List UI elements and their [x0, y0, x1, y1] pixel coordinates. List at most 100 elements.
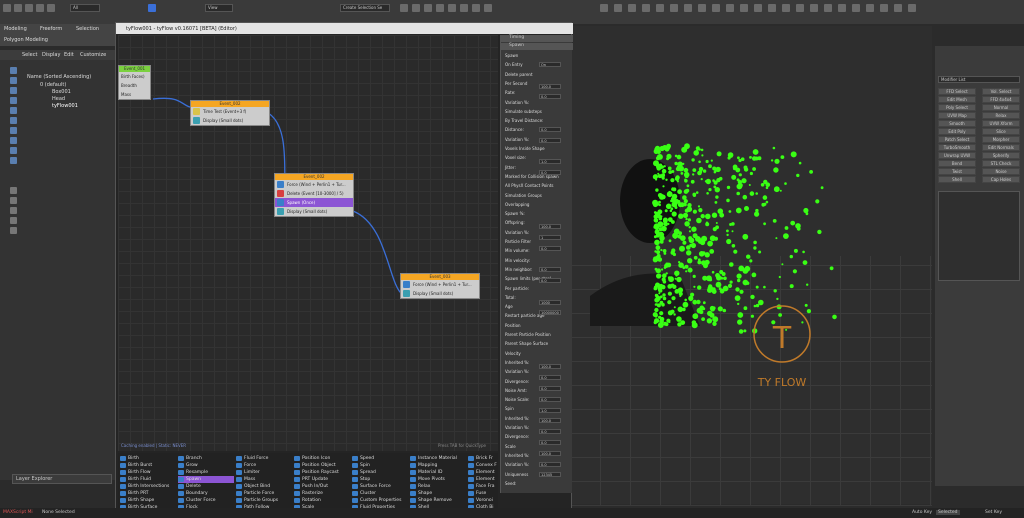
- operator-item[interactable]: Shape Remove: [410, 497, 466, 504]
- shelf-icon-3[interactable]: [628, 4, 636, 12]
- tab-selection[interactable]: Selection: [76, 26, 99, 32]
- modifier-button[interactable]: TurboSmooth: [938, 144, 976, 151]
- tree-item-tyflow001[interactable]: tyFlow001: [52, 103, 78, 109]
- operator-item[interactable]: Fuse: [468, 490, 524, 497]
- operator-item[interactable]: Birth: [120, 455, 176, 462]
- operator-item[interactable]: Speed: [352, 455, 408, 462]
- node-op[interactable]: Mass: [119, 90, 150, 99]
- filter-shapes-icon[interactable]: [10, 77, 17, 84]
- property-spinner[interactable]: 0.0: [539, 94, 561, 100]
- node-op[interactable]: Force (Wind + Perlin1 + Tur...: [275, 180, 353, 189]
- menu-display[interactable]: Display: [42, 52, 60, 58]
- operator-item[interactable]: Birth Shape: [120, 497, 176, 504]
- material-editor-icon[interactable]: [460, 4, 468, 12]
- event-node-1[interactable]: Event_001 Birth Faces) Breadth Mass: [118, 65, 151, 100]
- property-spinner[interactable]: 0.0: [539, 137, 561, 143]
- modifier-button[interactable]: Normal: [982, 104, 1020, 111]
- modifier-button[interactable]: FFD 4x4x4: [982, 96, 1020, 103]
- shelf-icon-12[interactable]: [754, 4, 762, 12]
- shelf-icon-21[interactable]: [880, 4, 888, 12]
- operator-item[interactable]: Mass: [236, 476, 292, 483]
- modifier-button[interactable]: STL Check: [982, 160, 1020, 167]
- render-setup-icon[interactable]: [472, 4, 480, 12]
- property-spinner[interactable]: On: [539, 62, 561, 67]
- layers-icon[interactable]: [424, 4, 432, 12]
- property-spinner[interactable]: 100.0: [539, 418, 561, 424]
- operator-item[interactable]: Stop: [352, 476, 408, 483]
- operator-item[interactable]: Material ID: [410, 469, 466, 476]
- selection-filter-dropdown[interactable]: All: [70, 4, 100, 12]
- shelf-icon-19[interactable]: [852, 4, 860, 12]
- filter-icon[interactable]: [10, 217, 17, 224]
- reference-coord-dropdown[interactable]: View: [205, 4, 233, 12]
- operator-item[interactable]: Spread: [352, 469, 408, 476]
- operator-item[interactable]: Move Pivots: [410, 476, 466, 483]
- modifier-button[interactable]: Patch Select: [938, 136, 976, 143]
- shelf-icon-15[interactable]: [796, 4, 804, 12]
- tree-item-default[interactable]: 0 (default): [40, 82, 66, 88]
- operator-item[interactable]: Fluid Force: [236, 455, 292, 462]
- shelf-icon-9[interactable]: [712, 4, 720, 12]
- curve-editor-icon[interactable]: [436, 4, 444, 12]
- operator-item[interactable]: Surface Force: [352, 483, 408, 490]
- node-op[interactable]: Display (Small dots): [191, 116, 269, 125]
- filter-geometry-icon[interactable]: [10, 67, 17, 74]
- schematic-icon[interactable]: [448, 4, 456, 12]
- property-spinner[interactable]: 0.0: [539, 245, 561, 251]
- freeze-icon[interactable]: [10, 227, 17, 234]
- operator-item[interactable]: Face Fra: [468, 483, 524, 490]
- operator-item[interactable]: PRT Update: [294, 476, 350, 483]
- operator-item[interactable]: Shape: [410, 490, 466, 497]
- operator-item[interactable]: Position Object: [294, 462, 350, 469]
- operator-item[interactable]: Rasterize: [294, 490, 350, 497]
- filter-cameras-icon[interactable]: [10, 97, 17, 104]
- node-op[interactable]: Delete (Event [10-3000] / 5): [275, 189, 353, 198]
- align-icon[interactable]: [412, 4, 420, 12]
- property-spinner[interactable]: 1.0: [539, 159, 561, 165]
- render-icon[interactable]: [484, 4, 492, 12]
- operator-item[interactable]: Boundary: [178, 490, 234, 497]
- operator-item[interactable]: Voronoi: [468, 497, 524, 504]
- operator-item[interactable]: Position Raycast: [294, 469, 350, 476]
- modifier-button[interactable]: Poly Select: [938, 104, 976, 111]
- filter-warps-icon[interactable]: [10, 117, 17, 124]
- operator-item[interactable]: Custom Properties: [352, 497, 408, 504]
- filter-bones-icon[interactable]: [10, 147, 17, 154]
- property-spinner[interactable]: 0.0: [539, 375, 561, 381]
- link-icon[interactable]: [25, 4, 33, 12]
- modifier-button[interactable]: Spherify: [982, 152, 1020, 159]
- shelf-icon-16[interactable]: [810, 4, 818, 12]
- tab-modeling[interactable]: Modeling: [4, 26, 27, 32]
- operator-item[interactable]: Cluster Force: [178, 497, 234, 504]
- modifier-stack[interactable]: [938, 191, 1020, 281]
- node-op[interactable]: Display (Small dots): [275, 207, 353, 216]
- maxscript-listener[interactable]: MAXScript Mi: [3, 510, 33, 515]
- filter-groups-icon[interactable]: [10, 127, 17, 134]
- display-none-icon[interactable]: [10, 197, 17, 204]
- modifier-button[interactable]: Edit Poly: [938, 128, 976, 135]
- property-spinner[interactable]: 0.0: [539, 386, 561, 391]
- undo-icon[interactable]: [3, 4, 11, 12]
- property-spinner[interactable]: 0.0: [539, 278, 561, 283]
- operator-item[interactable]: Spin: [352, 462, 408, 469]
- filter-lights-icon[interactable]: [10, 87, 17, 94]
- shelf-icon-13[interactable]: [768, 4, 776, 12]
- tree-item-head[interactable]: Head: [52, 96, 65, 102]
- filter-xrefs-icon[interactable]: [10, 137, 17, 144]
- shelf-icon-23[interactable]: [908, 4, 916, 12]
- property-spinner[interactable]: 100.0: [539, 224, 561, 229]
- modifier-button[interactable]: UVW Xform: [982, 120, 1020, 127]
- shelf-icon-7[interactable]: [684, 4, 692, 12]
- operator-item[interactable]: Mapping: [410, 462, 466, 469]
- operator-item[interactable]: Spawn: [178, 476, 234, 483]
- property-spinner[interactable]: 0.0: [539, 126, 561, 132]
- event-node-3[interactable]: Event_002 Force (Wind + Perlin1 + Tur...…: [274, 173, 354, 217]
- tab-freeform[interactable]: Freeform: [40, 26, 62, 32]
- operator-item[interactable]: Element: [468, 469, 524, 476]
- operator-item[interactable]: Limiter: [236, 469, 292, 476]
- shelf-icon-20[interactable]: [866, 4, 874, 12]
- node-op-selected[interactable]: Spawn (Once): [275, 198, 353, 207]
- spawn-rollout[interactable]: Spawn: [501, 43, 573, 50]
- node-op[interactable]: Birth Faces): [119, 72, 150, 81]
- shelf-icon-18[interactable]: [838, 4, 846, 12]
